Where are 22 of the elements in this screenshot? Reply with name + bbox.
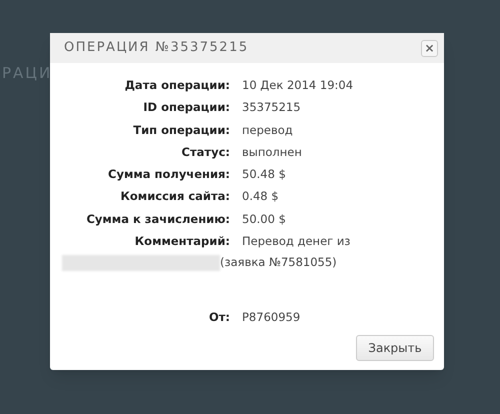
field-label: Комиссия сайта: <box>120 188 230 206</box>
field-value: выполнен <box>242 144 302 161</box>
field-value: перевод <box>242 122 293 138</box>
field-label: Тип операции: <box>133 122 230 138</box>
field-value: 35375215 <box>242 99 301 116</box>
field-label: От: <box>208 309 230 326</box>
field-value: 10 Дек 2014 19:04 <box>242 77 354 94</box>
field-value: 50.48 $ <box>242 166 286 183</box>
field-value: P8760959 <box>242 309 300 326</box>
field-value: (заявка №7581055) <box>220 254 337 271</box>
field-label: Сумма к зачислению: <box>86 210 230 228</box>
field-label: Сумма получения: <box>108 166 230 183</box>
field-value: Перевод денег из <box>242 232 350 250</box>
field-label: Статус: <box>182 144 230 161</box>
field-label: ID операции: <box>143 99 230 116</box>
close-dialog-button[interactable]: Закрыть <box>356 335 434 361</box>
field-label: Комментарий: <box>134 232 230 250</box>
close-button[interactable]: × <box>421 40 438 56</box>
field-value: 50.00 $ <box>242 210 286 228</box>
field-label: Дата операции: <box>124 77 230 94</box>
dialog-title: ОПЕРАЦИЯ №35375215 <box>64 39 249 58</box>
field-value: 0.48 $ <box>242 188 279 206</box>
